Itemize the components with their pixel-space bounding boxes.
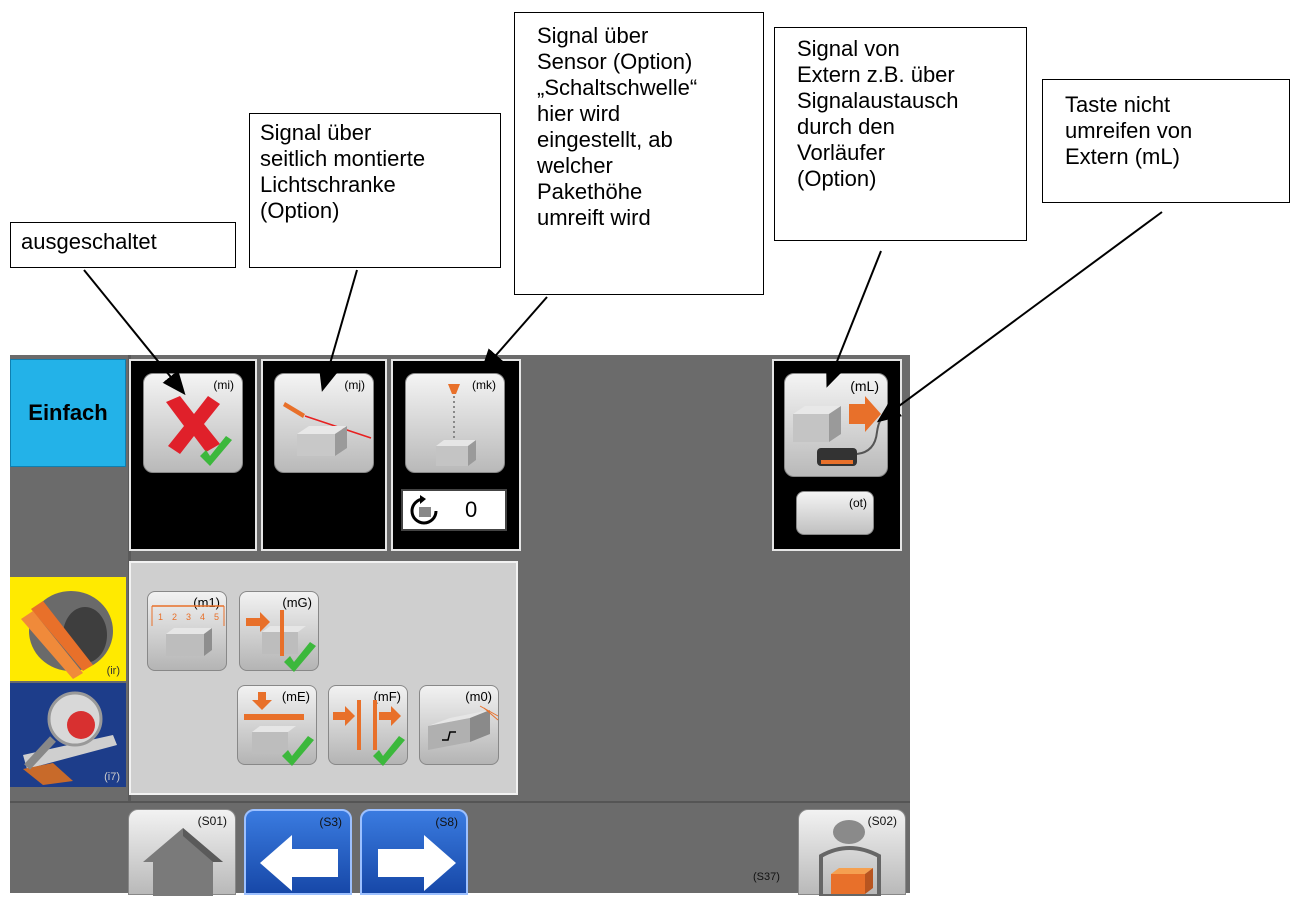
mode-label[interactable]: Einfach: [10, 359, 126, 467]
svg-text:2: 2: [172, 612, 177, 622]
mE-button[interactable]: (mE): [237, 685, 317, 766]
mG-button[interactable]: (mG): [239, 591, 319, 672]
arrow-button: [876, 211, 1163, 423]
strap-settings-button[interactable]: (ir): [10, 577, 126, 681]
ot-button[interactable]: (ot): [796, 491, 874, 535]
magnifier-icon: [23, 691, 117, 785]
light-barrier-button[interactable]: (mj): [274, 373, 374, 473]
arrow-right-icon: [378, 835, 456, 891]
ruler-box-icon: 1 2 3 4 5: [151, 605, 225, 656]
mode-panel-external: (mL) (ot): [772, 359, 902, 551]
sensor-icon: [436, 384, 476, 466]
bottom-nav-bar: (S01) (S3) (S8) (S37) (S02): [10, 801, 910, 896]
arrow-left-icon: [260, 835, 338, 891]
measure-button[interactable]: (m1) 1 2 3 4 5: [147, 591, 227, 671]
threshold-value: 0: [465, 497, 478, 522]
box-signal-icon: [428, 705, 499, 750]
gate-pass-check-icon: [333, 700, 405, 766]
reset-icon: [410, 495, 438, 525]
operator-icon: [819, 820, 881, 896]
forward-button[interactable]: (S8): [360, 809, 468, 895]
svg-text:3: 3: [186, 612, 191, 622]
callout-sensor: Signal über Sensor (Option) „Schaltschwe…: [514, 12, 764, 295]
callout-off: ausgeschaltet: [10, 222, 236, 268]
sensor-threshold-button[interactable]: (mk): [405, 373, 505, 473]
gate-check-icon: [246, 610, 316, 672]
hmi-screen: Einfach (ir) (i7) (mi) (mj) (mk) 0 (mL) …: [10, 355, 910, 896]
home-button[interactable]: (S01): [128, 809, 236, 896]
inspect-button[interactable]: (i7): [10, 683, 126, 787]
light-barrier-icon: [283, 402, 372, 456]
svg-text:5: 5: [214, 612, 219, 622]
sub-mode-panel: (m1) 1 2 3 4 5 (mG) (mE) (mF) (m0): [129, 561, 518, 795]
user-button[interactable]: (S02): [798, 809, 906, 896]
external-signal-button[interactable]: (mL): [784, 373, 888, 477]
strap-roll-icon: [21, 591, 113, 679]
red-cross-icon: [166, 396, 232, 466]
callout-button: Taste nicht umreifen von Extern (mL): [1042, 79, 1290, 203]
off-mode-button[interactable]: (mi): [143, 373, 243, 473]
screen-code: (S37): [753, 871, 780, 883]
mode-panel-light-barrier: (mj): [261, 359, 387, 551]
m0-button[interactable]: (m0): [419, 685, 499, 765]
back-button[interactable]: (S3): [244, 809, 352, 895]
threshold-counter[interactable]: 0: [401, 489, 507, 531]
external-signal-icon: [793, 396, 886, 466]
callout-light-barrier: Signal über seitlich montierte Lichtschr…: [249, 113, 501, 268]
home-icon: [143, 828, 223, 896]
press-check-icon: [244, 692, 314, 766]
mF-button[interactable]: (mF): [328, 685, 408, 766]
mode-panel-sensor: (mk) 0: [391, 359, 521, 551]
callout-external: Signal von Extern z.B. über Signalaustau…: [774, 27, 1027, 241]
mode-panel-off: (mi): [129, 359, 257, 551]
svg-text:4: 4: [200, 612, 205, 622]
svg-text:1: 1: [158, 612, 163, 622]
